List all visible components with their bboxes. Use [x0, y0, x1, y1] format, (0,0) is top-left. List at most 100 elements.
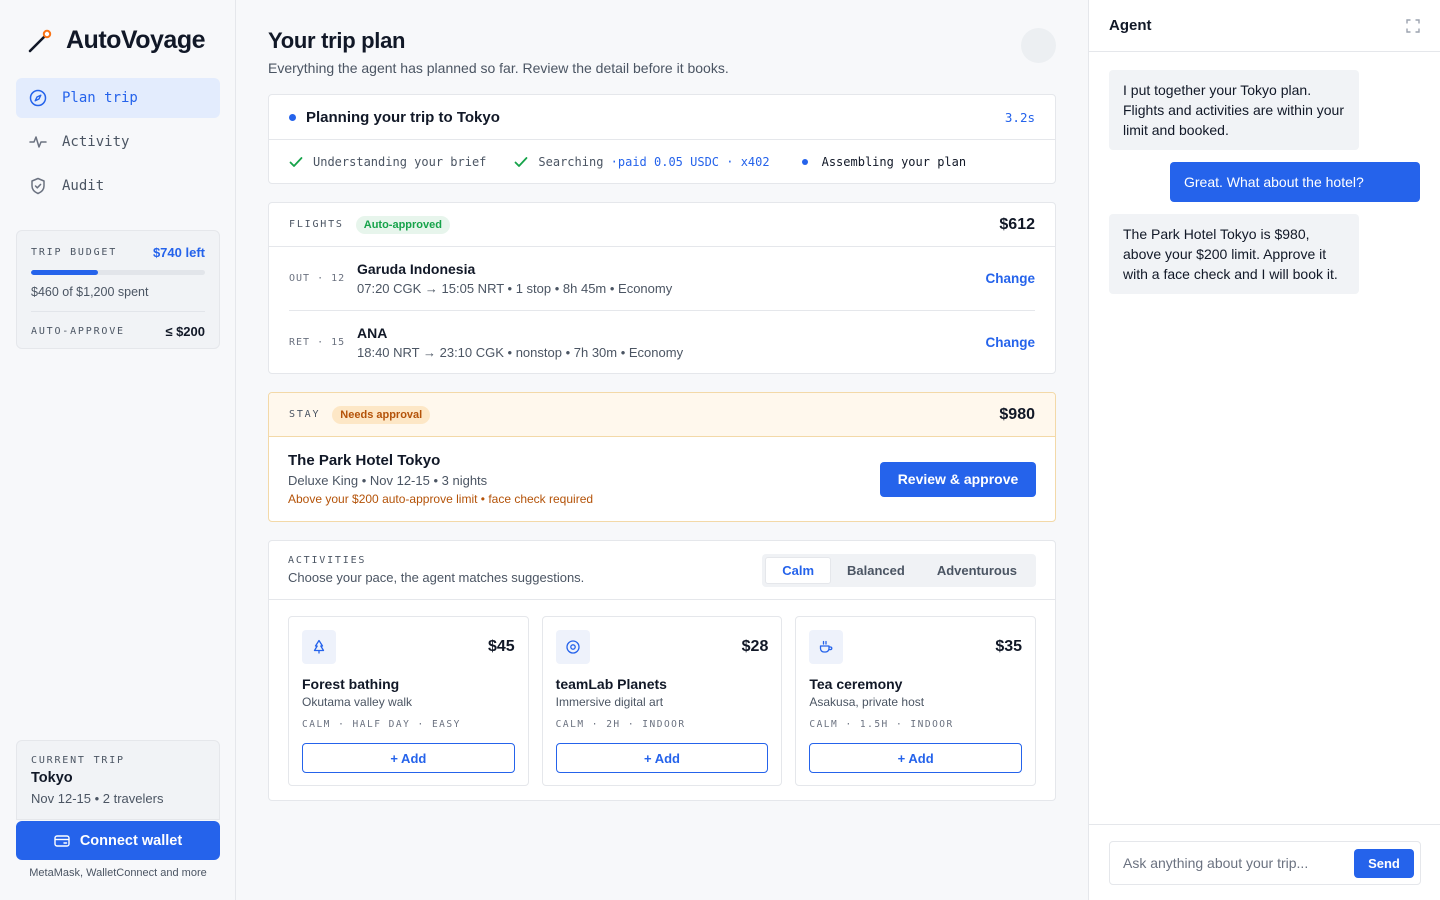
pace-option-balanced[interactable]: Balanced — [831, 557, 921, 584]
send-button[interactable]: Send — [1354, 848, 1414, 878]
chat-composer: Send — [1089, 824, 1440, 900]
pace-option-calm[interactable]: Calm — [765, 556, 832, 584]
trip-budget-card: TRIP BUDGET $740 left $460 of $1,200 spe… — [16, 230, 220, 349]
pulse-icon — [29, 136, 47, 148]
status-step-label: Searching — [538, 155, 604, 169]
status-title: Planning your trip to Tokyo — [306, 108, 500, 126]
page-subtitle: Everything the agent has planned so far.… — [268, 60, 729, 76]
activity-tags: CALM · 2H · INDOOR — [555, 719, 686, 730]
flights-price: $612 — [999, 215, 1035, 233]
hotel-detail: Deluxe King • Nov 12-15 • 3 nights — [288, 473, 488, 488]
flights-card: FLIGHTS Auto-approved $612 OUT · 12 Garu… — [268, 202, 1056, 374]
flight-airline: ANA — [357, 324, 388, 341]
budget-spent: $460 of $1,200 spent — [31, 285, 205, 312]
sidebar-item-audit[interactable]: Audit — [16, 166, 220, 206]
activity-name: Forest bathing — [302, 676, 400, 692]
add-activity-button[interactable]: + Add — [555, 743, 769, 773]
flight-route: 18:40 NRT → 23:10 CGK • nonstop • 7h 30m… — [357, 344, 684, 360]
status-badge: Auto-approved — [355, 215, 450, 234]
activities-subtitle: Choose your pace, the agent matches sugg… — [288, 570, 585, 585]
status-step: Understanding your brief — [289, 155, 486, 169]
activity-name: Tea ceremony — [809, 676, 903, 692]
flight-leg: RET · 15 — [289, 336, 346, 348]
sidebar-item-activity[interactable]: Activity — [16, 122, 220, 162]
payment-note: ·paid 0.05 USDC · x402 — [610, 155, 770, 169]
budget-progress-fill — [31, 270, 98, 275]
activity-tags: CALM · 1.5H · INDOOR — [809, 719, 954, 730]
agent-panel: Agent I put together your Tokyo plan. Fl… — [1088, 0, 1440, 900]
user-message: Great. What about the hotel? — [1170, 162, 1420, 202]
flight-row: OUT · 12 Garuda Indonesia 07:20 CGK → 15… — [269, 247, 1055, 310]
activity-price: $45 — [487, 638, 515, 655]
activity-subtitle: Okutama valley walk — [302, 695, 413, 709]
activities-label: ACTIVITIES — [288, 555, 367, 566]
stay-card: STAY Needs approval $980 The Park Hotel … — [268, 392, 1056, 522]
main-content: Your trip plan Everything the agent has … — [236, 0, 1088, 900]
avatar[interactable] — [1021, 28, 1056, 63]
planning-status-card: Planning your trip to Tokyo 3.2s Underst… — [268, 94, 1056, 184]
add-activity-button[interactable]: + Add — [302, 743, 515, 773]
app-name: AutoVoyage — [66, 26, 206, 54]
budget-remaining: $740 left — [152, 245, 205, 260]
hotel-name: The Park Hotel Tokyo — [288, 452, 441, 469]
flight-route: 07:20 CGK → 15:05 NRT • 1 stop • 8h 45m … — [357, 281, 673, 296]
agent-title: Agent — [1109, 17, 1152, 34]
status-step-current: Assembling your plan — [798, 155, 967, 169]
status-steps: Understanding your brief Searching ·paid… — [269, 140, 1055, 184]
activity-tile: $35 Tea ceremony Asakusa, private host C… — [795, 616, 1037, 786]
flight-airline: Garuda Indonesia — [357, 261, 476, 277]
page-title: Your trip plan — [268, 28, 406, 53]
chat-input[interactable] — [1123, 855, 1343, 871]
expand-icon[interactable] — [1406, 18, 1420, 33]
chat-input-box: Send — [1109, 841, 1421, 885]
flight-leg: OUT · 12 — [289, 273, 346, 284]
activity-tile: $45 Forest bathing Okutama valley walk C… — [288, 616, 529, 786]
activity-subtitle: Immersive digital art — [555, 695, 664, 709]
wallet-note: MetaMask, WalletConnect and more — [29, 867, 207, 879]
status-dot — [289, 113, 296, 121]
wallet-icon — [54, 834, 70, 847]
check-icon — [514, 157, 528, 167]
activity-price: $28 — [741, 638, 769, 655]
status-step-label: Assembling your plan — [821, 155, 967, 169]
sidebar-item-label: Plan trip — [62, 90, 138, 106]
sidebar-item-label: Activity — [62, 134, 130, 150]
change-flight-link[interactable]: Change — [985, 271, 1035, 286]
budget-label: TRIP BUDGET — [31, 247, 118, 258]
target-icon — [555, 630, 590, 664]
activity-subtitle: Asakusa, private host — [809, 695, 925, 709]
activity-tags: CALM · HALF DAY · EASY — [302, 719, 461, 730]
auto-approve-value: ≤ $200 — [165, 324, 205, 339]
app-logo[interactable]: AutoVoyage — [26, 26, 206, 55]
current-trip-dates: Nov 12-15 • 2 travelers — [31, 791, 164, 806]
compass-icon — [29, 89, 47, 107]
sidebar: AutoVoyage Plan trip Activity Audit TRIP… — [0, 0, 236, 900]
connect-wallet-button[interactable]: Connect wallet — [16, 821, 220, 860]
budget-progress-bar — [31, 270, 205, 275]
current-trip-label: CURRENT TRIP — [31, 755, 125, 766]
add-activity-button[interactable]: + Add — [809, 743, 1023, 773]
activity-list: $45 Forest bathing Okutama valley walk C… — [269, 600, 1055, 786]
status-dot — [801, 159, 808, 165]
status-step-label: Understanding your brief — [313, 155, 487, 169]
activities-card: ACTIVITIES Choose your pace, the agent m… — [268, 540, 1056, 801]
sidebar-nav: Plan trip Activity Audit — [16, 78, 220, 210]
connect-wallet-label: Connect wallet — [79, 832, 183, 849]
pace-selector: Calm Balanced Adventurous — [762, 553, 1036, 587]
review-approve-button[interactable]: Review & approve — [880, 461, 1036, 497]
current-trip-card: CURRENT TRIP Tokyo Nov 12-15 • 2 travele… — [16, 740, 220, 820]
flight-row: RET · 15 ANA 18:40 NRT → 23:10 CGK • non… — [289, 310, 1035, 373]
status-step: Searching ·paid 0.05 USDC · x402 — [514, 155, 770, 169]
tree-icon — [302, 630, 336, 664]
sidebar-item-plan-trip[interactable]: Plan trip — [16, 78, 220, 118]
flights-label: FLIGHTS — [289, 219, 344, 230]
logo-icon — [28, 29, 52, 52]
pace-option-adventurous[interactable]: Adventurous — [921, 557, 1033, 584]
stay-price: $980 — [999, 405, 1035, 423]
status-timer: 3.2s — [1004, 109, 1035, 125]
change-flight-link[interactable]: Change — [985, 335, 1035, 350]
tea-cup-icon — [809, 630, 844, 664]
auto-approve-label: AUTO-APPROVE — [31, 326, 125, 337]
activity-price: $35 — [995, 638, 1023, 655]
shield-check-icon — [31, 177, 45, 195]
